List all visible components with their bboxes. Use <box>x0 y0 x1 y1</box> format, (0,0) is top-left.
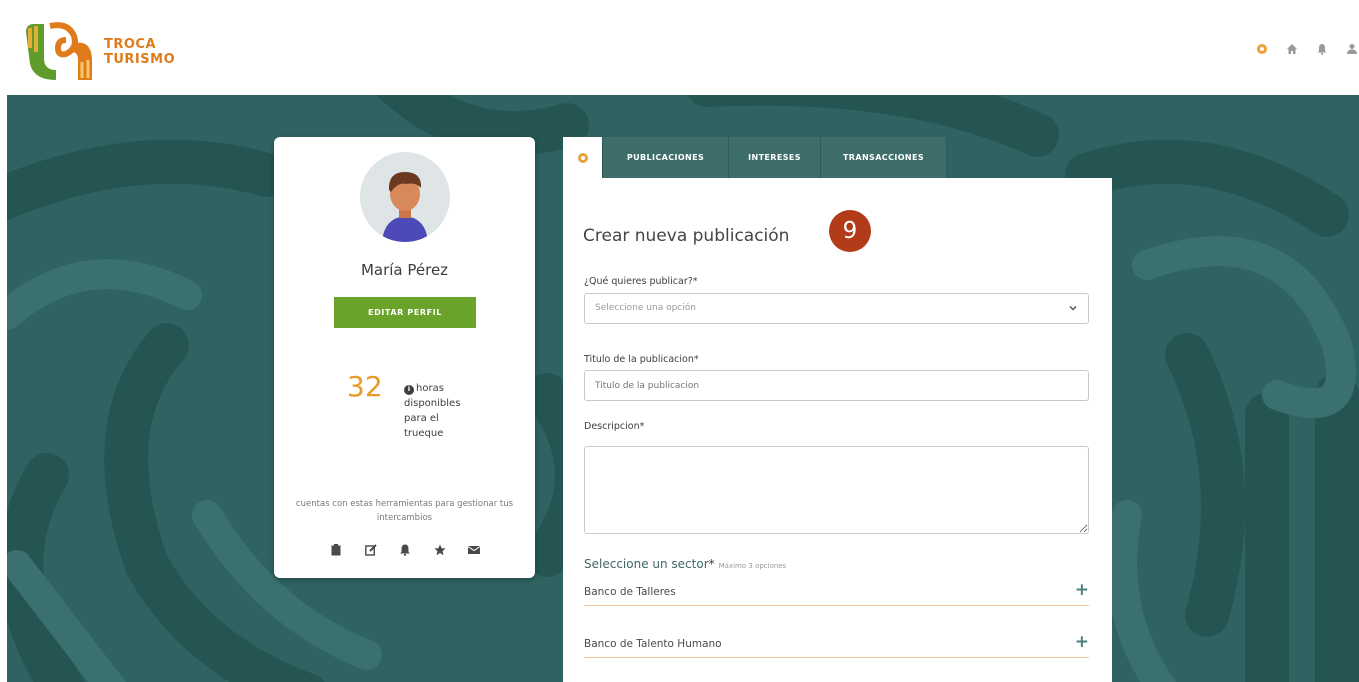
brand-logo[interactable]: TROCA TURISMO <box>20 18 175 86</box>
publication-title-label: Titulo de la publicacion* <box>584 354 699 365</box>
profile-name: María Pérez <box>360 261 449 279</box>
hours-text-3: para el <box>404 413 439 424</box>
envelope-icon[interactable] <box>468 544 480 556</box>
hours-description: i horas disponibles para el trueque <box>404 381 474 441</box>
sector-row-talleres[interactable]: Banco de Talleres + <box>584 576 1089 606</box>
publish-type-select[interactable]: Seleccione una opción <box>584 293 1089 324</box>
logo-mark-icon <box>26 22 92 80</box>
step-badge: 9 <box>829 210 871 252</box>
description-label: Descripcion* <box>584 421 645 432</box>
create-publication-form: Crear nueva publicación 9 ¿Qué quieres p… <box>563 178 1112 682</box>
user-icon[interactable] <box>1345 42 1359 56</box>
form-title: Crear nueva publicación <box>583 226 790 246</box>
hours-text-1: horas <box>416 383 444 394</box>
hours-count: 32 <box>347 370 383 403</box>
star-icon[interactable] <box>433 544 446 556</box>
sector-hint: Máximo 3 opciones <box>718 562 787 570</box>
gear-icon <box>577 152 588 163</box>
publish-type-placeholder: Seleccione una opción <box>595 303 696 313</box>
gear-icon[interactable] <box>1255 42 1269 56</box>
tool-icon-bar <box>330 544 480 556</box>
profile-tabs: PUBLICACIONES INTERESES TRANSACCIONES <box>563 137 947 178</box>
clipboard-icon[interactable] <box>330 544 342 556</box>
brand-line2: TURISMO <box>104 52 176 67</box>
sector-heading: Seleccione un sector* Máximo 3 opciones <box>584 557 786 571</box>
chevron-down-icon <box>1069 305 1077 311</box>
hours-text-4: trueque <box>404 428 444 439</box>
sector-label: Banco de Talleres <box>584 586 676 598</box>
info-icon[interactable]: i <box>404 384 414 395</box>
brand-line1: TROCA <box>104 37 157 52</box>
home-icon[interactable] <box>1285 42 1299 56</box>
tools-description: cuentas con estas herramientas para gest… <box>295 499 514 523</box>
description-textarea[interactable] <box>584 446 1089 534</box>
sector-title-text: Seleccione un sector <box>584 557 709 571</box>
sector-row-talento-humano[interactable]: Banco de Talento Humano + <box>584 628 1089 658</box>
avatar-illustration-icon <box>382 172 428 242</box>
avatar <box>360 152 450 242</box>
profile-card: María Pérez EDITAR PERFIL 32 i horas disp… <box>274 137 535 578</box>
edit-icon[interactable] <box>364 544 377 556</box>
tab-publicaciones[interactable]: PUBLICACIONES <box>603 137 729 178</box>
sector-label: Banco de Talento Humano <box>584 638 722 650</box>
edit-profile-button[interactable]: EDITAR PERFIL <box>334 297 476 328</box>
tab-settings[interactable] <box>563 137 603 178</box>
bell-icon[interactable] <box>399 544 411 556</box>
tab-transacciones[interactable]: TRANSACCIONES <box>821 137 947 178</box>
plus-icon[interactable]: + <box>1075 580 1089 600</box>
bell-icon[interactable] <box>1315 42 1329 56</box>
publish-type-label: ¿Qué quieres publicar?* <box>584 276 698 287</box>
sector-required-mark: * <box>708 557 715 571</box>
hours-text-2: disponibles <box>404 398 461 409</box>
top-header: TROCA TURISMO <box>0 0 1359 95</box>
publication-title-input[interactable] <box>584 370 1089 401</box>
tab-intereses[interactable]: INTERESES <box>729 137 821 178</box>
plus-icon[interactable]: + <box>1075 632 1089 652</box>
